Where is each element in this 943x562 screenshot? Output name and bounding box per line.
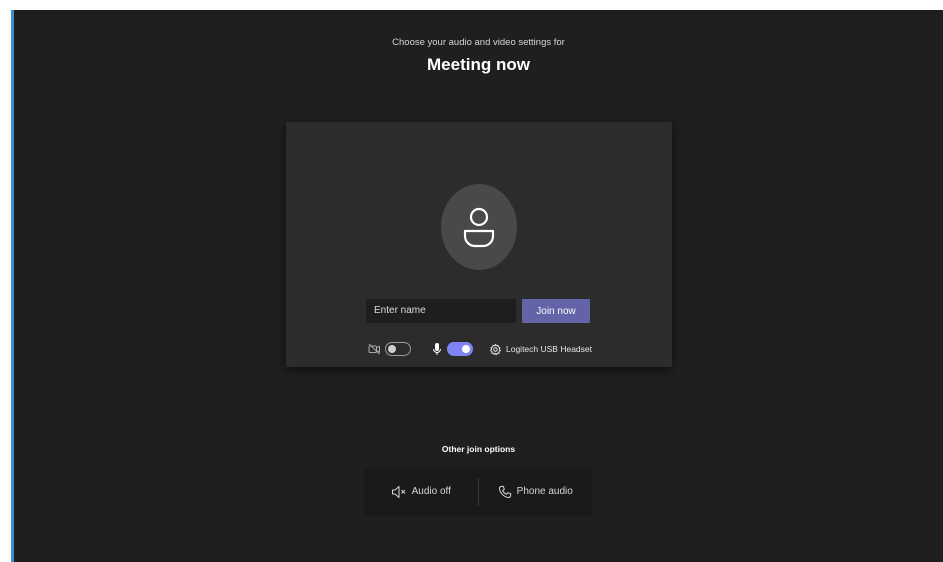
name-input[interactable] — [366, 299, 516, 323]
audio-off-label: Audio off — [411, 486, 451, 497]
gear-icon[interactable] — [489, 343, 502, 356]
camera-toggle[interactable] — [385, 342, 411, 356]
phone-icon — [498, 485, 511, 498]
meeting-title: Meeting now — [427, 55, 530, 74]
camera-off-icon — [368, 343, 380, 355]
join-now-button[interactable]: Join now — [522, 299, 590, 323]
speaker-off-icon — [391, 485, 405, 498]
avatar — [441, 184, 517, 270]
phone-audio-option[interactable]: Phone audio — [479, 467, 593, 516]
audio-device-label[interactable]: Logitech USB Headset — [506, 344, 592, 354]
prejoin-subtitle: Choose your audio and video settings for — [392, 37, 565, 48]
camera-toggle-knob — [388, 345, 396, 353]
teams-prejoin-screen: Choose your audio and video settings for… — [11, 10, 943, 562]
device-controls: Logitech USB Headset — [368, 341, 592, 357]
other-join-options-bar: Audio off Phone audio — [364, 467, 592, 516]
video-preview-panel: Join now Logitech USB Headset — [286, 122, 672, 367]
other-join-options-heading: Other join options — [441, 444, 516, 454]
microphone-icon — [433, 343, 441, 355]
audio-off-option[interactable]: Audio off — [364, 467, 478, 516]
microphone-toggle-knob — [462, 345, 470, 353]
phone-audio-label: Phone audio — [516, 486, 573, 497]
person-icon — [463, 207, 495, 248]
microphone-toggle[interactable] — [447, 342, 473, 356]
